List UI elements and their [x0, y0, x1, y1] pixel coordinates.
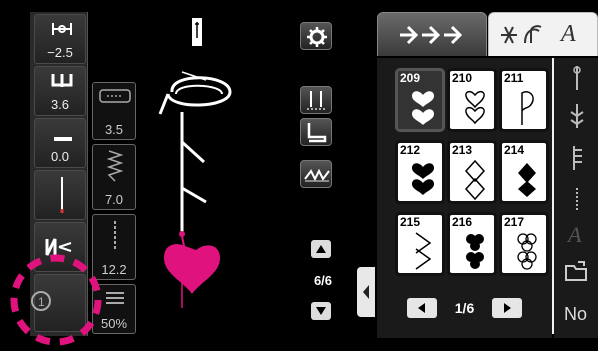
- heart-stitch-preview: [164, 244, 220, 294]
- stitch-number: 211: [504, 71, 524, 85]
- double-heart-outline-icon: [465, 90, 485, 125]
- stitch-cell[interactable]: 209: [395, 68, 445, 132]
- needle-button[interactable]: [34, 170, 86, 220]
- length-value: 3.6: [50, 97, 70, 112]
- triangle-down-icon: [316, 307, 326, 315]
- flower-filled-icon: [466, 234, 484, 269]
- category-tabs: A: [375, 12, 598, 57]
- scroll-down-button[interactable]: [311, 302, 331, 320]
- feed-dog-button[interactable]: [300, 160, 332, 188]
- cross-stitch-icon: [570, 104, 584, 128]
- tab-decorative-stitches[interactable]: A: [488, 12, 598, 57]
- settings-button[interactable]: [300, 22, 332, 50]
- stitch-grid: 209 210 211 212 213 214 215 216 217 1/6: [377, 58, 552, 338]
- sidebar-item-cross[interactable]: [562, 102, 592, 130]
- stitch-number: 214: [504, 143, 525, 157]
- stitch-cell[interactable]: 216: [447, 212, 497, 276]
- comb-stitch-icon: [573, 146, 582, 170]
- flag-outline-icon: [521, 91, 534, 125]
- stitch-width-button[interactable]: −2.5: [34, 14, 86, 64]
- scroll-up-button[interactable]: [311, 240, 331, 258]
- preview-page-indicator: 6/6: [313, 273, 333, 288]
- stitch-spacing-box[interactable]: 3.5: [92, 82, 136, 140]
- stitch-cell[interactable]: 211: [499, 68, 549, 132]
- stitch-preview: [140, 12, 290, 336]
- highlight-circle: [10, 254, 102, 346]
- tab-utility-stitches[interactable]: [377, 12, 487, 57]
- stitch-number: 216: [452, 215, 473, 229]
- panel-collapse-handle[interactable]: [357, 267, 375, 317]
- tab-decorative-label: A: [561, 21, 576, 47]
- decorative-icon: [501, 25, 542, 44]
- utility-arrows-icon: [400, 25, 463, 45]
- satin-stitch-icon: [573, 66, 581, 90]
- category-sidebar: A No: [554, 58, 598, 338]
- sidebar-font-label[interactable]: A: [568, 222, 581, 248]
- double-heart-solid-icon: [412, 91, 434, 125]
- stitch-number: 215: [400, 215, 421, 229]
- sidebar-item-satin[interactable]: [562, 64, 592, 92]
- stitch-cell[interactable]: 217: [499, 212, 549, 276]
- stitch-selection-panel: 209 210 211 212 213 214 215 216 217 1/6 …: [375, 56, 598, 338]
- ladder-stitch-icon: [576, 188, 578, 212]
- length-icon: [51, 74, 73, 87]
- width-icon: [52, 23, 72, 35]
- prev-page-button[interactable]: [407, 298, 437, 318]
- stitch-number: 210: [452, 71, 473, 85]
- folder-open-icon: [565, 261, 587, 281]
- needle-mode-icon: [307, 91, 327, 110]
- double-heart-filled-icon: [412, 163, 434, 195]
- feed-dog-icon: [304, 168, 330, 182]
- presser-foot-button[interactable]: [300, 118, 332, 146]
- stitch-length-button[interactable]: 3.6: [34, 66, 86, 116]
- tension-value: 0.0: [50, 149, 70, 164]
- stitch-number: 213: [452, 143, 473, 157]
- presser-foot-icon: [54, 125, 72, 141]
- height-icon: [114, 221, 116, 251]
- diamond-filled-icon: [518, 163, 536, 197]
- chevron-left-icon: [363, 285, 369, 299]
- stitch-cell[interactable]: 210: [447, 68, 497, 132]
- needle-icon: [60, 177, 64, 213]
- foot-icon: [307, 123, 327, 143]
- needle-mode-button[interactable]: [300, 86, 332, 114]
- stitch-number: 217: [504, 215, 525, 229]
- stitch-cell[interactable]: 214: [499, 140, 549, 204]
- zigzag-icon: [106, 150, 124, 182]
- gear-icon: [307, 27, 327, 47]
- stitch-number: 209: [400, 71, 421, 85]
- triangle-up-icon: [316, 245, 326, 253]
- stitch-preview-drawing: [158, 18, 232, 308]
- arrow-outline-icon: [415, 232, 432, 270]
- stitch-cell[interactable]: 215: [395, 212, 445, 276]
- sidebar-item-open-file[interactable]: [562, 258, 592, 286]
- density-value: 7.0: [104, 192, 124, 207]
- next-page-button[interactable]: [492, 298, 522, 318]
- flower-outline-icon: [517, 233, 537, 270]
- spacing-icon: [99, 89, 131, 103]
- stitch-cell[interactable]: 213: [447, 140, 497, 204]
- stitch-cell[interactable]: 212: [395, 140, 445, 204]
- stitch-density-box[interactable]: 7.0: [92, 144, 136, 210]
- triangle-right-icon: [504, 303, 511, 313]
- page-indicator: 1/6: [454, 300, 475, 316]
- stitch-pager: 1/6: [377, 284, 552, 334]
- sewing-machine-screen: −2.5 3.6 0.0 1 3.5 7.0 12.2 50% 6/6 A 20…: [0, 0, 598, 351]
- tension-button[interactable]: 0.0: [34, 118, 86, 168]
- stitch-number: 212: [400, 143, 421, 157]
- diamond-outline-icon: [464, 159, 486, 201]
- spacing-value: 3.5: [104, 122, 124, 137]
- triangle-left-icon: [418, 303, 425, 313]
- sidebar-item-ladder[interactable]: [562, 186, 592, 214]
- sidebar-no-label[interactable]: No: [564, 304, 587, 325]
- width-value: −2.5: [47, 45, 73, 60]
- sidebar-item-comb[interactable]: [562, 144, 592, 172]
